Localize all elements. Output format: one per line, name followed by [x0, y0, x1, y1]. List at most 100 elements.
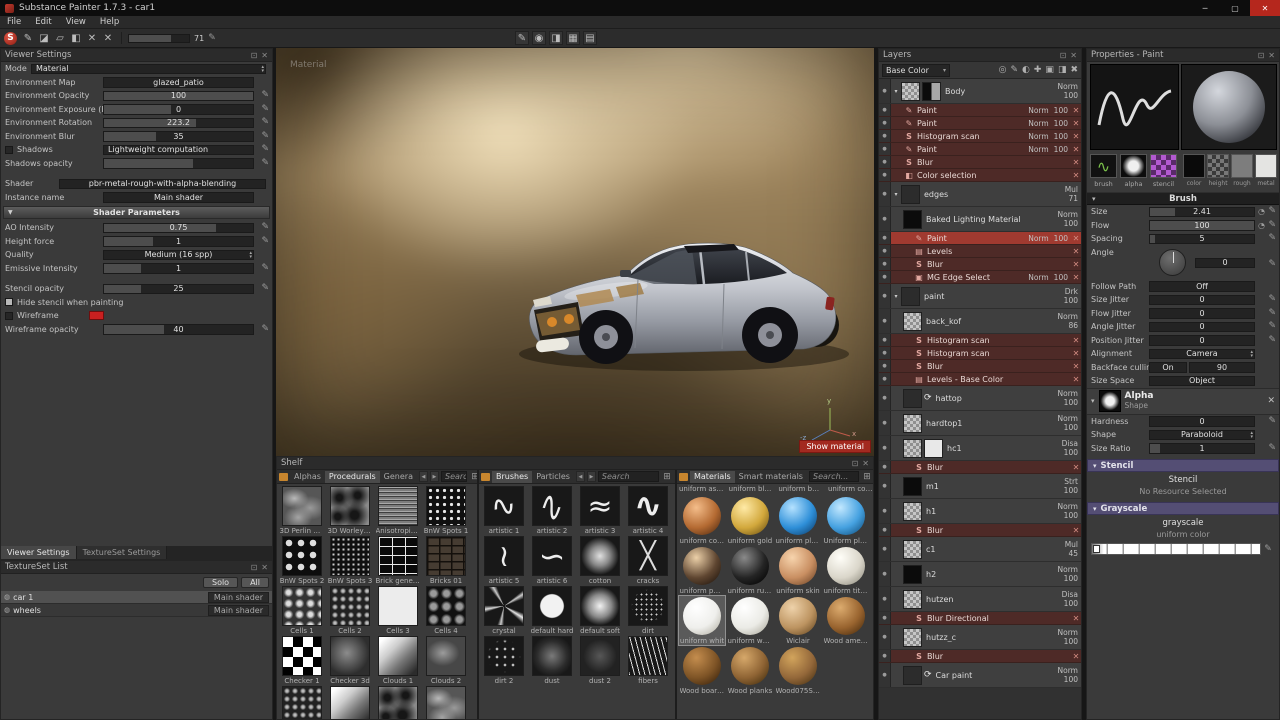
blend-mode-value[interactable]: Norm [1058, 389, 1078, 398]
layer-row[interactable]: ● ▾ ⟳ hardtop1 Norm 100 ✕ [879, 411, 1081, 436]
pick-color-icon[interactable]: ◎ [999, 65, 1007, 75]
setting-control[interactable] [103, 158, 254, 169]
layer-opacity-value[interactable]: 100 [1064, 296, 1078, 305]
layer-opacity-value[interactable]: 100 [1064, 574, 1078, 583]
layer-row[interactable]: ● ▾ ⟳ hutzen Disa 100 ✕ [879, 587, 1081, 612]
close-panel-icon[interactable]: ✕ [1268, 51, 1275, 60]
setting-control[interactable]: Material [31, 64, 266, 75]
shelf-item[interactable]: uniform skin [775, 546, 821, 595]
blend-mode-value[interactable]: Mul [1065, 185, 1078, 194]
layer-row[interactable]: ● ▾ ⟳ Blur ✕ [879, 650, 1081, 663]
visibility-toggle-icon[interactable]: ● [879, 663, 891, 687]
shelf-item[interactable]: uniform whit [679, 596, 725, 645]
layer-row[interactable]: ● ▾ ⟳ Color selection ✕ [879, 169, 1081, 182]
add-paint-icon[interactable]: ✎ [1010, 65, 1018, 75]
setting-control[interactable]: Lightweight computation [103, 145, 254, 156]
setting-control[interactable]: 100 [103, 91, 254, 102]
remove-effect-icon[interactable]: ✕ [1071, 336, 1081, 345]
visibility-toggle-icon[interactable]: ● [879, 79, 891, 103]
shelf-item[interactable]: default soft [577, 586, 623, 635]
shelf-item-label[interactable]: uniform black [729, 485, 774, 493]
close-panel-icon[interactable]: ✕ [261, 51, 268, 60]
eraser-tool-icon[interactable]: ◪ [37, 31, 51, 45]
setting-control[interactable]: 1 [103, 236, 254, 247]
projection-tool-icon[interactable]: ▱ [53, 31, 67, 45]
remove-effect-icon[interactable]: ✕ [1071, 463, 1081, 472]
textureset-row[interactable]: ◍ wheels Main shader [1, 604, 272, 617]
setting-control[interactable]: 40 [103, 324, 254, 335]
pen-edit-icon[interactable] [261, 222, 269, 232]
parameter-control[interactable]: Object [1149, 376, 1255, 387]
layer-row[interactable]: ● ▾ ⟳ m1 Strt 100 ✕ [879, 474, 1081, 499]
textureset-shader-tag[interactable]: Main shader [208, 592, 269, 603]
setting-control[interactable]: glazed_patio [103, 77, 254, 88]
visibility-toggle-icon[interactable]: ● [879, 232, 891, 244]
shelf-item[interactable]: artistic 1 [481, 486, 527, 535]
layer-row[interactable]: ● ▾ ⟳ Paint Norm 100 ✕ [879, 117, 1081, 130]
channel-dropdown[interactable]: Base Color▾ [882, 64, 950, 77]
shelf-item[interactable] [423, 686, 469, 719]
blend-mode-value[interactable]: Norm [1058, 210, 1078, 219]
pen-edit-icon[interactable]: ✎ [208, 33, 216, 43]
checkbox[interactable] [5, 312, 13, 320]
remove-effect-icon[interactable]: ✕ [1071, 119, 1081, 128]
layer-row[interactable]: ● ▾ ⟳ hutzz_c Norm 100 ✕ [879, 625, 1081, 650]
blend-mode-value[interactable]: Norm [1058, 628, 1078, 637]
visibility-toggle-icon[interactable]: ● [879, 182, 891, 206]
textureset-row[interactable]: ◍ car 1 Main shader [1, 591, 272, 604]
remove-effect-icon[interactable]: ✕ [1071, 106, 1081, 115]
pen-edit-icon[interactable] [261, 117, 269, 127]
brush-preset-icon[interactable]: ✎ [515, 31, 529, 45]
collapse-arrow-icon[interactable]: ▾ [1091, 397, 1095, 405]
undock-icon[interactable]: ⊡ [1258, 51, 1265, 60]
visibility-toggle-icon[interactable]: ● [879, 650, 891, 662]
shelf-item[interactable]: Checker 3d [327, 636, 373, 685]
shelf-item[interactable] [327, 686, 373, 719]
remove-effect-icon[interactable]: ✕ [1071, 349, 1081, 358]
panel-tab[interactable]: Viewer Settings [1, 546, 77, 559]
parameter-control[interactable]: 0 [1149, 322, 1255, 333]
layer-row[interactable]: ● ▾ ⟳ back_kof Norm 86 ✕ [879, 309, 1081, 334]
visibility-toggle-icon[interactable]: ● [879, 499, 891, 523]
layer-row[interactable]: ● ▾ ⟳ Blur Directional ✕ [879, 612, 1081, 625]
grid-view-icon[interactable]: ⊞ [469, 472, 479, 482]
blend-mode-value[interactable]: Norm [1028, 273, 1048, 282]
pen-edit-icon[interactable] [1268, 233, 1276, 243]
shelf-tab[interactable]: Procedurals [325, 471, 380, 483]
alpha-shape-thumbnail[interactable] [1099, 390, 1121, 412]
setting-control[interactable]: 35 [103, 131, 254, 142]
grayscale-ramp-slider[interactable] [1091, 543, 1261, 555]
remove-effect-icon[interactable]: ✕ [1071, 526, 1081, 535]
shelf-item[interactable]: Checker 1 [279, 636, 325, 685]
blend-mode-value[interactable]: Norm [1058, 565, 1078, 574]
shelf-item[interactable]: Wood board 1 [679, 646, 725, 695]
close-panel-icon[interactable]: ✕ [862, 459, 869, 468]
record-icon[interactable] [1258, 207, 1265, 216]
blend-mode-value[interactable]: Norm [1058, 666, 1078, 675]
visibility-toggle-icon[interactable]: ● [879, 169, 891, 181]
stencil-section-header[interactable]: Stencil [1087, 459, 1279, 472]
brush-thumbnail[interactable]: ∿ [1090, 154, 1117, 178]
layer-opacity-value[interactable]: 100 [1054, 132, 1068, 141]
layer-row[interactable]: ● ▾ ⟳ Blur ✕ [879, 524, 1081, 537]
visibility-toggle-icon[interactable]: ● [879, 562, 891, 586]
search-input[interactable]: Search... [441, 471, 467, 482]
brush-size-slider[interactable] [128, 34, 190, 43]
remove-effect-icon[interactable]: ✕ [1071, 132, 1081, 141]
shelf-item[interactable]: default hard [529, 586, 575, 635]
shelf-item[interactable]: Wood075S_alt1 [775, 646, 821, 695]
channel-thumbnail[interactable] [1255, 154, 1277, 178]
stamp-preset-icon[interactable]: ◉ [532, 31, 546, 45]
remove-effect-icon[interactable]: ✕ [1071, 247, 1081, 256]
visibility-toggle-icon[interactable]: ● [879, 104, 891, 116]
spinner-icon[interactable] [249, 251, 252, 259]
visibility-toggle-icon[interactable]: ● [879, 612, 891, 624]
mask-view-icon[interactable]: ◨ [549, 31, 563, 45]
visibility-toggle-icon[interactable]: ● [879, 386, 891, 410]
grid-view-icon[interactable]: ⊞ [661, 472, 673, 482]
pen-edit-icon[interactable] [261, 236, 269, 246]
undock-icon[interactable]: ⊡ [251, 563, 258, 572]
visibility-toggle-icon[interactable]: ● [879, 156, 891, 168]
shelf-tab[interactable]: Materials [690, 471, 735, 483]
shelf-item[interactable]: crystal [481, 586, 527, 635]
